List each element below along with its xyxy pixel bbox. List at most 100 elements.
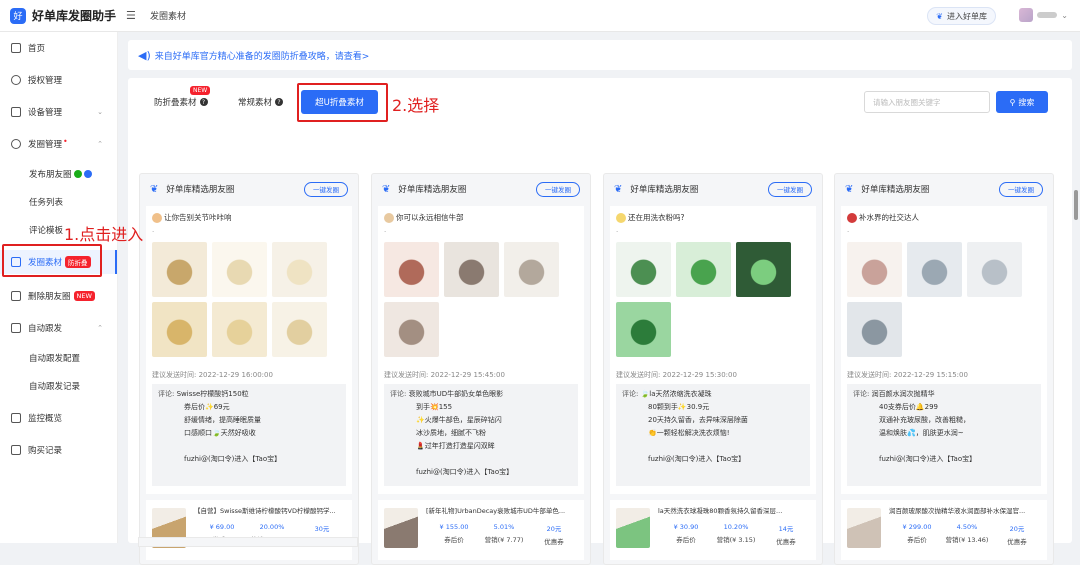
user-icon <box>11 75 21 85</box>
sidebar-item-publish[interactable]: 发布朋友圈 <box>0 162 117 186</box>
product-thumbnail[interactable] <box>847 508 881 548</box>
search-button[interactable]: ⚲ 搜索 <box>996 91 1048 113</box>
comment-line: 冰沙质地，细腻不飞粉 <box>416 429 486 437</box>
gear-icon <box>11 139 21 149</box>
haodanku-logo-icon: ❦ <box>614 183 623 195</box>
sidebar-label: 发布朋友圈 <box>29 170 72 180</box>
sidebar-label: 任务列表 <box>29 198 64 208</box>
sidebar-item-auto-config[interactable]: 自动跟发配置 <box>0 346 117 370</box>
product-item[interactable]: la天然洗衣球凝珠80颗香氛持久留香深层... ¥ 30.90 券后价 10.20… <box>610 500 816 560</box>
sidebar-item-auto[interactable]: 自动跟发 ⌃ <box>0 316 117 340</box>
sidebar-item-monitor[interactable]: 监控概览 <box>0 406 117 430</box>
one-click-send-button[interactable]: 一键发圈 <box>536 181 580 197</box>
avatar <box>1019 8 1034 22</box>
post-title: 还在用洗衣粉吗? <box>616 212 684 223</box>
post-image[interactable] <box>272 302 327 357</box>
product-commission: 10.20% 营销(¥ 3.15) <box>712 523 760 544</box>
post-image[interactable] <box>384 242 439 297</box>
post-title-text: 让你告别关节咔咔响 <box>164 213 232 222</box>
chevron-down-icon: ⌄ <box>1061 10 1068 20</box>
product-commission: 4.50% 营销(¥ 13.46) <box>943 523 991 544</box>
coupon-label: 优惠券 <box>776 538 796 546</box>
device-icon <box>11 107 21 117</box>
post-dot: . <box>847 226 850 234</box>
qq-icon <box>83 170 92 178</box>
post-image[interactable] <box>152 302 207 357</box>
tab-label: 防折叠素材 <box>154 98 197 108</box>
product-item[interactable]: [新年礼物]UrbanDecay衰败城市UD牛部单色... ¥ 155.00 券后… <box>378 500 584 560</box>
enter-haodanku-button[interactable]: ❦ 进入好单库 <box>927 7 996 25</box>
comment-line: 评论: 衰败城市UD牛部奶女单色眼影 <box>390 388 572 401</box>
post-image[interactable] <box>444 242 499 297</box>
sidebar-label: 设备管理 <box>28 108 63 118</box>
post-image[interactable] <box>907 242 962 297</box>
wechat-icon <box>73 170 82 178</box>
tab-label: 常规素材 <box>238 98 273 108</box>
post-image[interactable] <box>504 242 559 297</box>
notice-bar[interactable]: ◀) 来自好单库官方精心准备的发圈防折叠攻略，请查看> <box>128 40 1072 70</box>
post-title: 你可以永远相信牛部 <box>384 212 464 223</box>
sidebar-item-purchase[interactable]: 购买记录 <box>0 438 117 462</box>
post-image[interactable] <box>847 302 902 357</box>
post-image[interactable] <box>384 302 439 357</box>
post-image[interactable] <box>736 242 791 297</box>
post-image[interactable] <box>967 242 1022 297</box>
product-title[interactable]: 【自营】Swisse斯维诗柠檬酸钙VD柠檬酸钙学... <box>194 505 346 515</box>
sidebar-item-circle[interactable]: 发圈管理 • ⌃ <box>0 132 117 156</box>
card-source: 好单库精选朋友圈 <box>861 185 930 195</box>
product-thumbnail[interactable] <box>616 508 650 548</box>
post-image[interactable] <box>847 242 902 297</box>
rate-value: 4.50% <box>956 523 978 531</box>
product-item[interactable]: 润百颜玻尿酸次抛精华液水润面部补水保湿官... ¥ 299.00 券后价 4.50… <box>841 500 1047 560</box>
comment-line: 👏一颗轻松解决洗衣烦恼! <box>648 429 730 437</box>
sidebar-item-delete[interactable]: 删除朋友圈 NEW <box>0 284 117 308</box>
user-menu[interactable]: ⌄ <box>1019 8 1068 22</box>
comment-line: fuzhi@(淘口令)进入【Tao宝】 <box>184 455 282 463</box>
menu-toggle-icon[interactable]: ☰ <box>126 9 140 22</box>
tab-normal[interactable]: 常规素材? <box>238 96 284 108</box>
sidebar-item-device[interactable]: 设备管理 ⌄ <box>0 100 117 124</box>
emoji-icon <box>384 212 394 223</box>
price-value: ¥ 69.00 <box>209 523 235 531</box>
haodanku-logo-icon: ❦ <box>150 183 159 195</box>
scrollbar[interactable] <box>1074 190 1078 220</box>
comment-line: 80颗到手✨30.9元 <box>648 403 710 411</box>
search-input[interactable]: 请输入朋友圈关键字 <box>864 91 990 113</box>
post-image[interactable] <box>152 242 207 297</box>
sidebar-item-auth[interactable]: 授权管理 <box>0 68 117 92</box>
app-logo[interactable]: 好 好单库发圈助手 <box>0 7 118 24</box>
new-badge: NEW <box>190 86 211 95</box>
post-image[interactable] <box>616 302 671 357</box>
comment-label: 评论: <box>622 390 639 398</box>
post-image[interactable] <box>212 242 267 297</box>
coupon-value: 14元 <box>778 525 794 533</box>
haodanku-icon: ❦ <box>936 11 943 21</box>
sidebar-item-home[interactable]: 首页 <box>0 36 117 60</box>
one-click-send-button[interactable]: 一键发圈 <box>304 181 348 197</box>
sidebar-item-tasks[interactable]: 任务列表 <box>0 190 117 214</box>
tab-anti-fold[interactable]: 防折叠素材? <box>154 96 208 108</box>
product-item[interactable]: 【自营】Swisse斯维诗柠檬酸钙VD柠檬酸钙学... ¥ 69.00券后价 2… <box>146 500 352 560</box>
monitor-icon <box>11 413 21 423</box>
comment-box: 评论: 衰败城市UD牛部奶女单色眼影 到手💥155 ✨火爆牛部色，星辰碎钻闪 冰沙质地… <box>384 384 578 486</box>
price-value: ¥ 30.90 <box>673 523 699 531</box>
haodanku-logo-icon: ❦ <box>845 183 854 195</box>
product-thumbnail[interactable] <box>384 508 418 548</box>
post-image[interactable] <box>616 242 671 297</box>
product-title[interactable]: la天然洗衣球凝珠80颗香氛持久留香深层... <box>658 505 810 515</box>
post-image[interactable] <box>676 242 731 297</box>
post-card: ❦ 好单库精选朋友圈 一键发圈 还在用洗衣粉吗? . 建议发送时间: 2022-1… <box>603 173 823 565</box>
product-title[interactable]: [新年礼物]UrbanDecay衰败城市UD牛部单色... <box>426 505 578 515</box>
one-click-send-button[interactable]: 一键发圈 <box>999 181 1043 197</box>
post-image[interactable] <box>272 242 327 297</box>
post-image[interactable] <box>212 302 267 357</box>
rate-value: 20.00% <box>259 523 285 531</box>
comment-line <box>853 440 1035 453</box>
one-click-send-button[interactable]: 一键发圈 <box>768 181 812 197</box>
comment-label: 评论: <box>390 390 407 398</box>
product-title[interactable]: 润百颜玻尿酸次抛精华液水润面部补水保湿官... <box>889 505 1041 515</box>
card-source: 好单库精选朋友圈 <box>398 185 467 195</box>
sidebar-label: 自动跟发记录 <box>29 382 81 392</box>
comment-line: 口感顺口🍃天然好吸收 <box>184 429 256 437</box>
sidebar-item-auto-log[interactable]: 自动跟发记录 <box>0 374 117 398</box>
